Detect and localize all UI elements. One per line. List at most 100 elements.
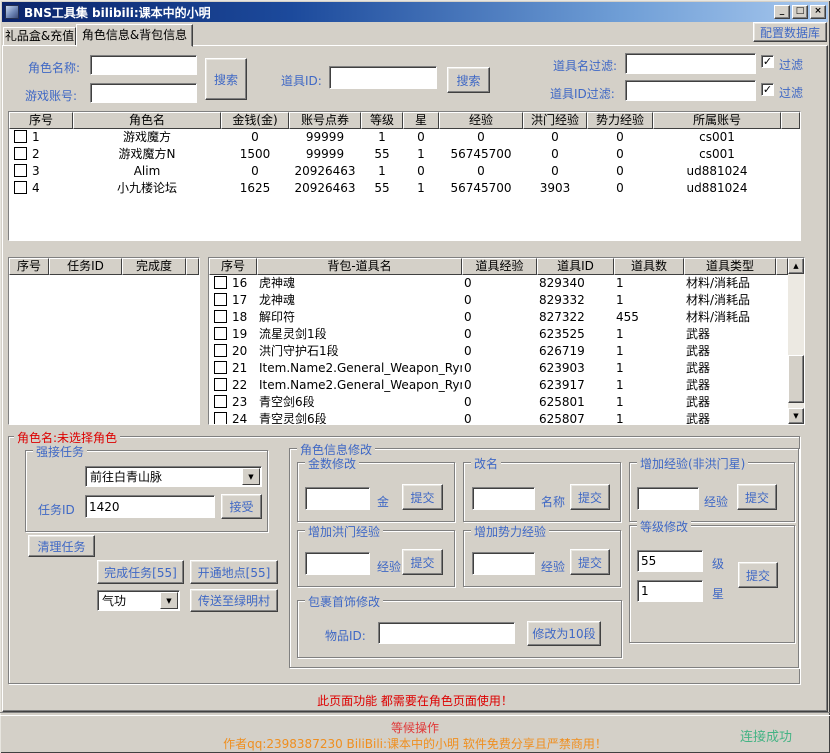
column-header[interactable]: 所属账号 <box>653 112 781 129</box>
item-id-filter-checkbox[interactable]: ✓ <box>761 83 774 96</box>
tab-charinfo-inventory[interactable]: 角色信息&背包信息 <box>76 24 193 47</box>
table-cell: 0 <box>221 163 289 180</box>
column-header[interactable]: 势力经验 <box>587 112 653 129</box>
row-checkbox[interactable] <box>214 276 227 289</box>
item-id-filter-input[interactable] <box>625 80 756 101</box>
char-search-button[interactable]: 搜索 <box>205 58 247 100</box>
open-location-button[interactable]: 开通地点[55] <box>190 560 278 584</box>
gold-submit-button[interactable]: 提交 <box>402 484 443 510</box>
level-unit-label: 级 <box>712 555 724 572</box>
row-checkbox[interactable] <box>214 361 227 374</box>
complete-task-button[interactable]: 完成任务[55] <box>97 560 184 584</box>
column-header[interactable]: 道具经验 <box>462 258 537 275</box>
close-button[interactable]: × <box>810 5 826 19</box>
item-name-filter-input[interactable] <box>625 53 756 74</box>
column-header[interactable]: 金钱(金) <box>221 112 289 129</box>
task-id-input[interactable] <box>85 495 215 518</box>
row-checkbox[interactable] <box>14 181 27 194</box>
rename-submit-button[interactable]: 提交 <box>570 484 610 510</box>
column-header[interactable]: 道具ID <box>537 258 614 275</box>
title-bar[interactable]: BNS工具集 bilibili:课本中的小明 _ □ × <box>2 2 828 22</box>
table-row[interactable]: 22Item.Name2.General_Weapon_Ryn...062391… <box>209 377 788 394</box>
row-checkbox[interactable] <box>214 310 227 323</box>
quest-dropdown[interactable]: 前往白青山脉 ▼ <box>85 466 262 487</box>
table-cell: 流星灵剑1段 <box>257 326 462 343</box>
column-header[interactable]: 洪门经验 <box>523 112 587 129</box>
column-header[interactable]: 等级 <box>361 112 403 129</box>
column-header[interactable]: 道具数 <box>614 258 684 275</box>
item-name-filter-checkbox[interactable]: ✓ <box>761 55 774 68</box>
column-header[interactable]: 背包-道具名 <box>257 258 462 275</box>
row-checkbox[interactable] <box>214 395 227 408</box>
scroll-down-button[interactable]: ▼ <box>788 408 804 424</box>
column-header[interactable]: 经验 <box>439 112 523 129</box>
column-header[interactable]: 完成度 <box>122 258 186 275</box>
skill-dropdown[interactable]: 气功 ▼ <box>97 590 180 611</box>
table-cell: 1 <box>614 411 684 424</box>
teleport-button[interactable]: 传送至绿明村 <box>190 589 278 612</box>
hongmen-exp-submit-button[interactable]: 提交 <box>402 549 443 575</box>
row-checkbox[interactable] <box>14 130 27 143</box>
chevron-down-icon[interactable]: ▼ <box>160 592 178 609</box>
exp-submit-button[interactable]: 提交 <box>737 484 777 510</box>
table-row[interactable]: 16虎神魂08293401材料/消耗品 <box>209 275 788 292</box>
scrollbar-thumb[interactable] <box>788 355 804 403</box>
column-header[interactable]: 账号点券 <box>289 112 361 129</box>
level-submit-button[interactable]: 提交 <box>738 562 778 588</box>
table-row[interactable]: 23青空剑6段06258011武器 <box>209 394 788 411</box>
item-search-button[interactable]: 搜索 <box>447 67 490 93</box>
hongmen-exp-input[interactable] <box>305 552 370 575</box>
table-cell: 3 <box>9 163 73 180</box>
table-row[interactable]: 2游戏魔方N1500999995515674570000cs001 <box>9 146 800 163</box>
row-checkbox[interactable] <box>214 378 227 391</box>
row-checkbox[interactable] <box>214 344 227 357</box>
row-checkbox[interactable] <box>214 327 227 340</box>
item-name-filter-checkbox-label: 过滤 <box>779 56 803 73</box>
app-window: BNS工具集 bilibili:课本中的小明 _ □ × 礼品盒&充值 角色信息… <box>0 0 830 753</box>
item-id-input[interactable] <box>329 66 437 89</box>
table-row[interactable]: 21Item.Name2.General_Weapon_Ryn...062390… <box>209 360 788 377</box>
star-input[interactable] <box>637 580 703 602</box>
gold-input[interactable] <box>305 487 370 510</box>
exp-input[interactable] <box>637 487 699 510</box>
column-header[interactable]: 角色名 <box>73 112 221 129</box>
column-header[interactable]: 道具类型 <box>684 258 776 275</box>
vertical-scrollbar[interactable]: ▲ ▼ <box>788 258 804 424</box>
rename-input[interactable] <box>472 487 535 510</box>
account-input[interactable] <box>90 83 197 103</box>
clear-task-button[interactable]: 清理任务 <box>28 535 95 557</box>
column-header[interactable]: 任务ID <box>49 258 122 275</box>
column-header[interactable]: 序号 <box>9 112 73 129</box>
jewelry-modify-button[interactable]: 修改为10段 <box>527 621 601 646</box>
level-input[interactable] <box>637 550 703 572</box>
faction-exp-input[interactable] <box>472 552 535 575</box>
maximize-button[interactable]: □ <box>792 5 808 19</box>
chevron-down-icon[interactable]: ▼ <box>242 468 260 485</box>
column-header[interactable]: 序号 <box>9 258 49 275</box>
table-cell: 19 <box>209 326 257 343</box>
row-checkbox[interactable] <box>14 147 27 160</box>
page-warning-text: 此页面功能 都需要在角色页面使用！ <box>0 692 830 709</box>
table-row[interactable]: 20洪门守护石1段06267191武器 <box>209 343 788 360</box>
tab-giftbox-recharge[interactable]: 礼品盒&充值 <box>3 27 76 46</box>
column-header[interactable]: 星 <box>403 112 439 129</box>
table-row[interactable]: 4小九楼论坛1625209264635515674570039030ud8810… <box>9 180 800 197</box>
accept-task-button[interactable]: 接受 <box>221 494 262 519</box>
minimize-button[interactable]: _ <box>774 5 790 19</box>
row-checkbox[interactable] <box>214 293 227 306</box>
row-checkbox[interactable] <box>14 164 27 177</box>
table-row[interactable]: 17龙神魂08293321材料/消耗品 <box>209 292 788 309</box>
table-row[interactable]: 3Alim02092646310000ud881024 <box>9 163 800 180</box>
scrollbar-track[interactable] <box>788 274 804 408</box>
table-row[interactable]: 18解印符0827322455材料/消耗品 <box>209 309 788 326</box>
column-header[interactable]: 序号 <box>209 258 257 275</box>
table-row[interactable]: 24青空灵剑6段06258071武器 <box>209 411 788 424</box>
faction-exp-submit-button[interactable]: 提交 <box>570 549 610 575</box>
config-database-button[interactable]: 配置数据库 <box>753 22 827 42</box>
char-name-input[interactable] <box>90 55 197 75</box>
table-row[interactable]: 19流星灵剑1段06235251武器 <box>209 326 788 343</box>
table-row[interactable]: 1游戏魔方09999910000cs001 <box>9 129 800 146</box>
scroll-up-button[interactable]: ▲ <box>788 258 804 274</box>
jewelry-item-id-input[interactable] <box>378 622 515 644</box>
row-checkbox[interactable] <box>214 412 227 424</box>
